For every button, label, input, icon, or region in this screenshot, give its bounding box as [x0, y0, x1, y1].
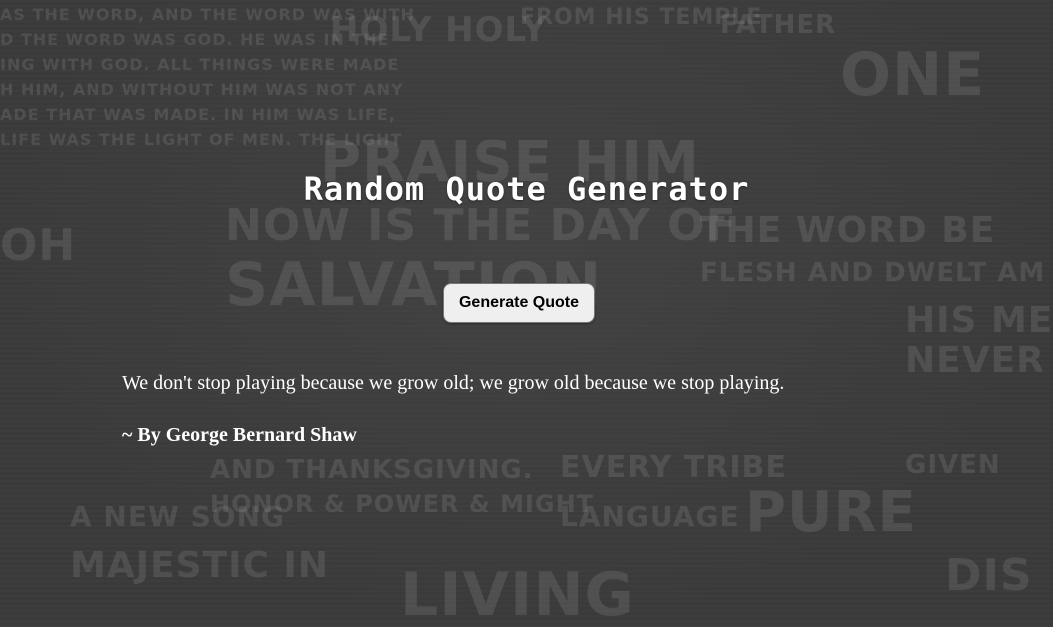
generate-quote-button[interactable]: Generate Quote	[443, 283, 595, 323]
main-content: Random Quote Generator Generate Quote We…	[0, 0, 1053, 627]
quote-text: We don't stop playing because we grow ol…	[122, 372, 785, 394]
quote-author: ~ By George Bernard Shaw	[122, 424, 357, 446]
page-title: Random Quote Generator	[303, 170, 750, 208]
